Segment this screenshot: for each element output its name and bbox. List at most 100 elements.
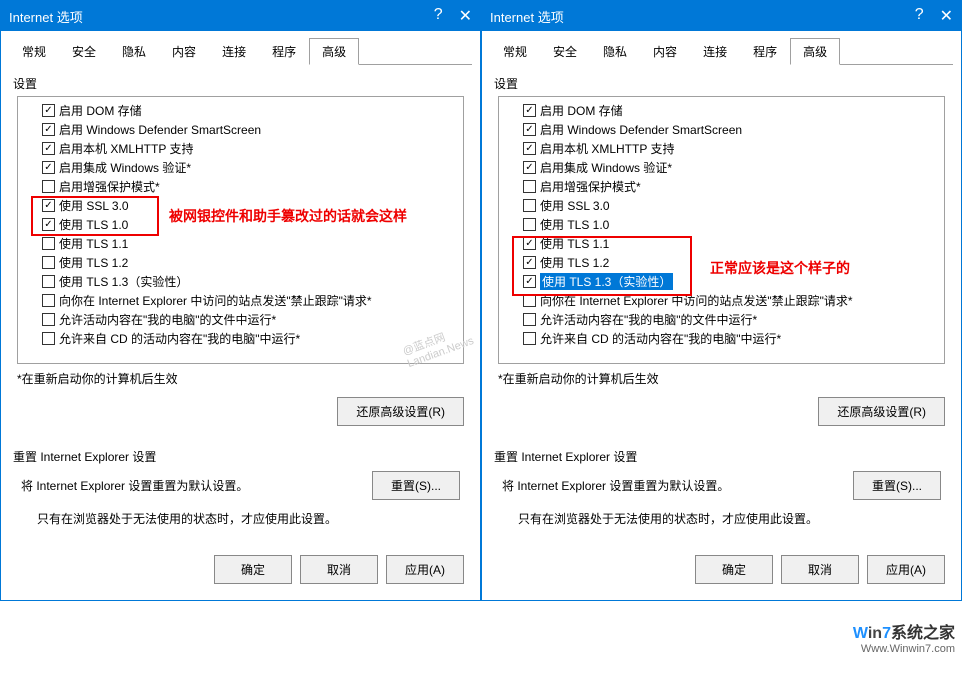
tab-程序[interactable]: 程序 [259,38,309,65]
dialog-left: Internet 选项 ? ✕ 常规安全隐私内容连接程序高级 设置 启用 DOM… [0,0,481,601]
setting-item[interactable]: 使用 TLS 1.2 [22,253,459,272]
checkbox-icon[interactable] [523,180,536,193]
restart-note: *在重新启动你的计算机后生效 [17,370,464,387]
setting-label: 使用 TLS 1.3（实验性） [59,273,188,290]
settings-listbox[interactable]: 启用 DOM 存储启用 Windows Defender SmartScreen… [17,96,464,364]
checkbox-icon[interactable] [523,237,536,250]
tab-隐私[interactable]: 隐私 [590,38,640,65]
setting-item[interactable]: 允许活动内容在"我的电脑"的文件中运行* [503,310,940,329]
restore-row: 还原高级设置(R) [498,397,945,426]
checkbox-icon[interactable] [42,199,55,212]
tab-连接[interactable]: 连接 [209,38,259,65]
restore-advanced-button[interactable]: 还原高级设置(R) [818,397,945,426]
checkbox-icon[interactable] [523,218,536,231]
setting-item[interactable]: 启用 DOM 存储 [22,101,459,120]
checkbox-icon[interactable] [523,332,536,345]
annotation-text: 被网银控件和助手篡改过的话就会这样 [169,206,407,226]
tab-连接[interactable]: 连接 [690,38,740,65]
ok-button[interactable]: 确定 [695,555,773,584]
setting-label: 使用 TLS 1.2 [59,254,128,271]
checkbox-icon[interactable] [42,218,55,231]
checkbox-icon[interactable] [42,104,55,117]
setting-item[interactable]: 向你在 Internet Explorer 中访问的站点发送"禁止跟踪"请求* [22,291,459,310]
setting-item[interactable]: 允许来自 CD 的活动内容在"我的电脑"中运行* [503,329,940,348]
tab-常规[interactable]: 常规 [490,38,540,65]
checkbox-icon[interactable] [523,199,536,212]
checkbox-icon[interactable] [523,294,536,307]
setting-label: 使用 SSL 3.0 [59,197,129,214]
tab-程序[interactable]: 程序 [740,38,790,65]
setting-item[interactable]: 使用 TLS 1.1 [503,234,940,253]
cancel-button[interactable]: 取消 [781,555,859,584]
setting-item[interactable]: 允许活动内容在"我的电脑"的文件中运行* [22,310,459,329]
checkbox-icon[interactable] [42,180,55,193]
setting-item[interactable]: 启用 DOM 存储 [503,101,940,120]
checkbox-icon[interactable] [42,294,55,307]
checkbox-icon[interactable] [523,123,536,136]
settings-label: 设置 [13,75,472,92]
checkbox-icon[interactable] [42,313,55,326]
setting-item[interactable]: 使用 SSL 3.0 [503,196,940,215]
checkbox-icon[interactable] [42,237,55,250]
checkbox-icon[interactable] [42,123,55,136]
settings-label: 设置 [494,75,953,92]
checkbox-icon[interactable] [523,104,536,117]
setting-item[interactable]: 启用增强保护模式* [22,177,459,196]
setting-item[interactable]: 启用 Windows Defender SmartScreen [503,120,940,139]
setting-label: 允许来自 CD 的活动内容在"我的电脑"中运行* [540,330,781,347]
tab-内容[interactable]: 内容 [159,38,209,65]
setting-item[interactable]: 启用集成 Windows 验证* [503,158,940,177]
setting-label: 向你在 Internet Explorer 中访问的站点发送"禁止跟踪"请求* [59,292,372,309]
checkbox-icon[interactable] [523,142,536,155]
dialog-body: 常规安全隐私内容连接程序高级 设置 启用 DOM 存储启用 Windows De… [1,31,480,600]
help-icon[interactable]: ? [915,6,924,26]
setting-label: 启用集成 Windows 验证* [540,159,672,176]
tab-隐私[interactable]: 隐私 [109,38,159,65]
setting-item[interactable]: 启用本机 XMLHTTP 支持 [22,139,459,158]
tab-内容[interactable]: 内容 [640,38,690,65]
tab-安全[interactable]: 安全 [59,38,109,65]
settings-listbox[interactable]: 启用 DOM 存储启用 Windows Defender SmartScreen… [498,96,945,364]
setting-label: 启用 DOM 存储 [540,102,623,119]
setting-item[interactable]: 使用 TLS 1.1 [22,234,459,253]
restore-row: 还原高级设置(R) [17,397,464,426]
setting-item[interactable]: 启用增强保护模式* [503,177,940,196]
setting-label: 启用 DOM 存储 [59,102,142,119]
checkbox-icon[interactable] [523,275,536,288]
tab-高级[interactable]: 高级 [309,38,359,65]
setting-label: 使用 TLS 1.1 [540,235,609,252]
ok-button[interactable]: 确定 [214,555,292,584]
tab-常规[interactable]: 常规 [9,38,59,65]
setting-item[interactable]: 启用集成 Windows 验证* [22,158,459,177]
checkbox-icon[interactable] [523,161,536,174]
tab-高级[interactable]: 高级 [790,38,840,65]
checkbox-icon[interactable] [42,256,55,269]
checkbox-icon[interactable] [42,275,55,288]
setting-item[interactable]: 允许来自 CD 的活动内容在"我的电脑"中运行* [22,329,459,348]
checkbox-icon[interactable] [42,332,55,345]
restore-advanced-button[interactable]: 还原高级设置(R) [337,397,464,426]
cancel-button[interactable]: 取消 [300,555,378,584]
close-icon[interactable]: ✕ [459,6,472,26]
close-icon[interactable]: ✕ [940,6,953,26]
checkbox-icon[interactable] [42,142,55,155]
window-title: Internet 选项 [9,7,434,26]
setting-label: 使用 TLS 1.3（实验性） [540,273,673,290]
restart-note: *在重新启动你的计算机后生效 [498,370,945,387]
help-icon[interactable]: ? [434,6,443,26]
checkbox-icon[interactable] [523,313,536,326]
reset-button[interactable]: 重置(S)... [853,471,941,500]
setting-item[interactable]: 启用 Windows Defender SmartScreen [22,120,459,139]
tab-安全[interactable]: 安全 [540,38,590,65]
setting-item[interactable]: 使用 TLS 1.3（实验性） [22,272,459,291]
setting-item[interactable]: 向你在 Internet Explorer 中访问的站点发送"禁止跟踪"请求* [503,291,940,310]
checkbox-icon[interactable] [42,161,55,174]
reset-button[interactable]: 重置(S)... [372,471,460,500]
apply-button[interactable]: 应用(A) [386,555,464,584]
setting-item[interactable]: 使用 TLS 1.0 [503,215,940,234]
setting-item[interactable]: 启用本机 XMLHTTP 支持 [503,139,940,158]
setting-label: 使用 TLS 1.0 [59,216,128,233]
checkbox-icon[interactable] [523,256,536,269]
apply-button[interactable]: 应用(A) [867,555,945,584]
setting-label: 允许来自 CD 的活动内容在"我的电脑"中运行* [59,330,300,347]
